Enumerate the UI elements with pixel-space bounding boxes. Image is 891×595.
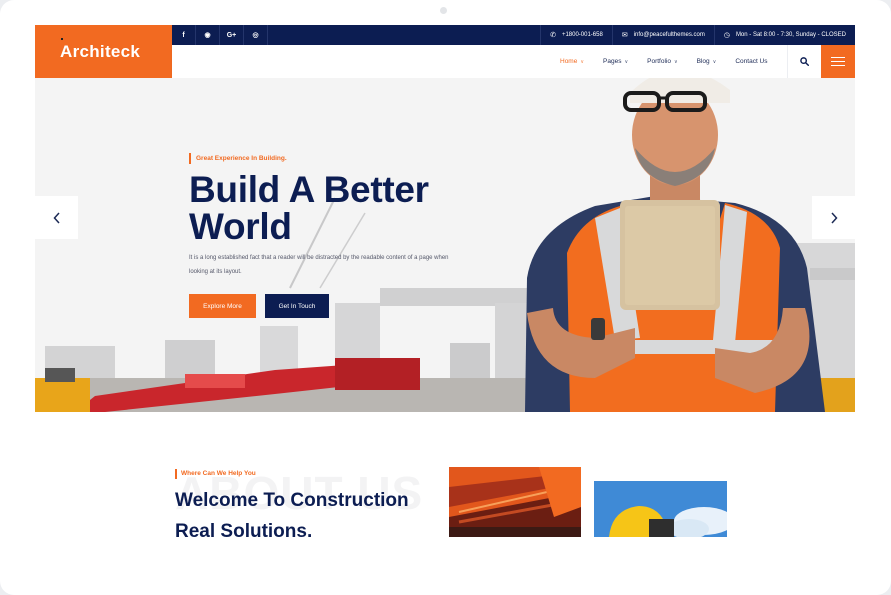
- phone-item[interactable]: ✆ +1800-001-658: [540, 25, 612, 45]
- about-title: Welcome To Construction Real Solutions.: [175, 485, 409, 547]
- phone-icon: ✆: [550, 32, 556, 39]
- about-section: ABOUT US Where Can We Help You Welcome T…: [35, 412, 855, 595]
- nav-item-label: Home: [560, 58, 578, 65]
- website: Architeck f ◉ G+ ◎ ✆ +1800-001-658 ✉ inf…: [35, 25, 855, 595]
- hero-content: Great Experience In Building. Build A Be…: [189, 153, 469, 318]
- github-icon[interactable]: ◉: [196, 25, 220, 45]
- top-bar: f ◉ G+ ◎ ✆ +1800-001-658 ✉ info@peaceful…: [172, 25, 855, 45]
- social-links: f ◉ G+ ◎: [172, 25, 268, 45]
- chevron-down-icon: ∨: [624, 58, 629, 65]
- hard-hat-photo: [594, 481, 727, 537]
- nav-item-label: Blog: [696, 58, 710, 65]
- hero-title: Build A Better World: [189, 171, 469, 245]
- chevron-down-icon: ∨: [673, 58, 678, 65]
- hero-title-line-1: Build A Better: [189, 169, 429, 210]
- logo-text: Architeck: [60, 41, 141, 61]
- hamburger-menu-button[interactable]: [821, 45, 855, 78]
- slider-prev-button[interactable]: [35, 196, 78, 239]
- building-photo: [449, 467, 581, 537]
- chevron-down-icon: ∨: [580, 58, 585, 65]
- about-subtitle: Where Can We Help You: [175, 469, 409, 479]
- logo[interactable]: Architeck: [35, 25, 172, 78]
- chevron-left-icon: [52, 211, 60, 224]
- main-nav: Home ∨ Pages ∨ Portfolio ∨ Blog ∨ Contac…: [560, 45, 787, 78]
- hamburger-icon-line: [831, 56, 845, 58]
- about-title-line-1: Welcome To Construction: [175, 490, 409, 511]
- phone-text: +1800-001-658: [561, 32, 603, 38]
- explore-more-button[interactable]: Explore More: [189, 294, 256, 318]
- envelope-icon: ✉: [621, 32, 628, 39]
- instagram-icon[interactable]: ◎: [244, 25, 268, 45]
- nav-item-label: Contact Us: [735, 58, 768, 65]
- hamburger-icon-line: [831, 60, 845, 63]
- contact-info: ✆ +1800-001-658 ✉ info@peacefulthemes.co…: [540, 25, 855, 45]
- main-navbar: Home ∨ Pages ∨ Portfolio ∨ Blog ∨ Contac…: [172, 45, 855, 78]
- nav-item-blog[interactable]: Blog ∨: [697, 58, 717, 65]
- clock-icon: ◷: [723, 32, 730, 39]
- hero-buttons: Explore More Get In Touch: [189, 294, 469, 318]
- search-icon: [800, 57, 809, 66]
- google-plus-icon[interactable]: G+: [220, 25, 244, 45]
- facebook-icon[interactable]: f: [172, 25, 196, 45]
- nav-item-label: Pages: [603, 58, 622, 65]
- hours-item: ◷ Mon - Sat 8:00 - 7:30, Sunday - CLOSED: [713, 25, 855, 45]
- hours-text: Mon - Sat 8:00 - 7:30, Sunday - CLOSED: [735, 32, 846, 38]
- nav-item-contact[interactable]: Contact Us: [735, 58, 767, 65]
- hero-description: It is a long established fact that a rea…: [189, 255, 449, 275]
- device-frame: Architeck f ◉ G+ ◎ ✆ +1800-001-658 ✉ inf…: [0, 0, 891, 595]
- hard-hat-image: [594, 481, 727, 537]
- slider-next-button[interactable]: [812, 196, 855, 239]
- about-text: Where Can We Help You Welcome To Constru…: [175, 469, 409, 547]
- hero-subtitle: Great Experience In Building.: [189, 153, 469, 164]
- logo-mark: [61, 38, 63, 40]
- nav-item-portfolio[interactable]: Portfolio ∨: [647, 58, 678, 65]
- nav-item-pages[interactable]: Pages ∨: [603, 58, 628, 65]
- nav-item-home[interactable]: Home ∨: [560, 58, 584, 65]
- hamburger-icon-line: [831, 65, 845, 67]
- nav-item-label: Portfolio: [647, 58, 671, 65]
- email-text: info@peacefulthemes.com: [633, 32, 705, 38]
- search-button[interactable]: [787, 45, 821, 78]
- get-in-touch-button[interactable]: Get In Touch: [265, 294, 329, 318]
- email-item[interactable]: ✉ info@peacefulthemes.com: [611, 25, 714, 45]
- chevron-right-icon: [830, 211, 838, 224]
- about-title-line-2: Real Solutions.: [175, 521, 313, 542]
- chevron-down-icon: ∨: [712, 58, 717, 65]
- hero-title-line-2: World: [189, 206, 292, 247]
- camera-dot: [440, 7, 447, 14]
- construction-building-image: [449, 467, 581, 537]
- hero-slider: Great Experience In Building. Build A Be…: [35, 78, 855, 412]
